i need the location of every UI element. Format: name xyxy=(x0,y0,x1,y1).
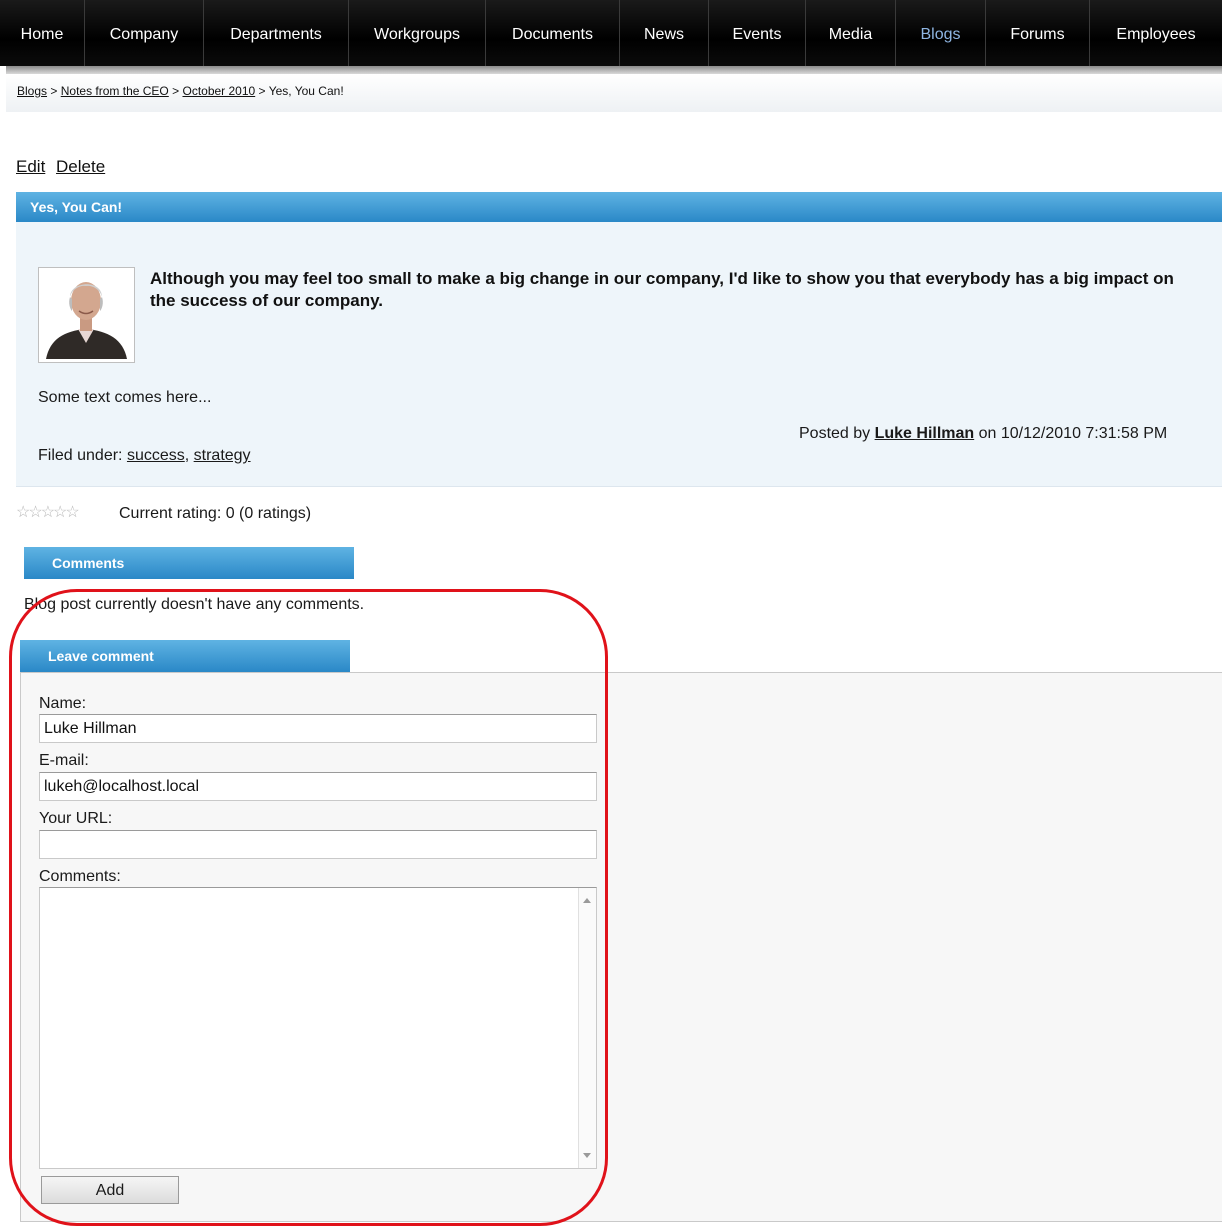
nav-forums[interactable]: Forums xyxy=(986,0,1090,66)
leave-comment-tab: Leave comment xyxy=(20,640,350,672)
scroll-up-icon[interactable] xyxy=(583,898,591,903)
no-comments-text: Blog post currently doesn't have any com… xyxy=(24,596,365,613)
url-label: Your URL: xyxy=(39,810,113,827)
star-icon[interactable]: ☆ xyxy=(65,504,79,521)
textarea-scrollbar[interactable] xyxy=(578,888,596,1168)
star-icon[interactable]: ☆ xyxy=(41,504,55,521)
name-field[interactable] xyxy=(39,714,597,743)
nav-divider xyxy=(6,66,1222,74)
nav-blogs[interactable]: Blogs xyxy=(896,0,986,66)
tag-strategy[interactable]: strategy xyxy=(194,447,251,464)
breadcrumb-separator: > xyxy=(50,84,58,98)
post-title: Yes, You Can! xyxy=(16,192,1222,222)
nav-documents[interactable]: Documents xyxy=(486,0,620,66)
post-actions: Edit Delete xyxy=(16,157,111,177)
author-avatar xyxy=(38,267,135,363)
breadcrumb: Blogs > Notes from the CEO > October 201… xyxy=(17,84,344,98)
rating-text: Current rating: 0 (0 ratings) xyxy=(119,505,312,522)
nav-home[interactable]: Home xyxy=(0,0,85,66)
comments-textarea[interactable] xyxy=(39,887,597,1169)
filed-under-label: Filed under: xyxy=(38,447,123,464)
breadcrumb-current: Yes, You Can! xyxy=(268,84,344,98)
post-text: Some text comes here... xyxy=(38,389,212,406)
posted-by-prefix: Posted by xyxy=(799,425,871,442)
rating-stars[interactable]: ☆☆☆☆☆ xyxy=(16,502,80,522)
posted-by: Posted by Luke Hillman on 10/12/2010 7:3… xyxy=(799,425,1167,443)
nav-news[interactable]: News xyxy=(620,0,709,66)
add-button[interactable]: Add xyxy=(41,1176,179,1204)
email-field[interactable] xyxy=(39,772,597,801)
breadcrumb-blog[interactable]: Notes from the CEO xyxy=(61,84,169,98)
star-icon[interactable]: ☆ xyxy=(16,504,30,521)
posted-date: on 10/12/2010 7:31:58 PM xyxy=(978,425,1168,442)
nav-company[interactable]: Company xyxy=(85,0,204,66)
nav-employees[interactable]: Employees xyxy=(1090,0,1222,66)
edit-link[interactable]: Edit xyxy=(16,157,45,176)
nav-events[interactable]: Events xyxy=(709,0,806,66)
breadcrumb-month[interactable]: October 2010 xyxy=(182,84,255,98)
star-icon[interactable]: ☆ xyxy=(53,504,67,521)
tag-success[interactable]: success xyxy=(127,447,185,464)
comments-label: Comments: xyxy=(39,868,121,885)
email-label: E-mail: xyxy=(39,752,89,769)
nav-workgroups[interactable]: Workgroups xyxy=(349,0,486,66)
breadcrumb-separator: > xyxy=(258,84,266,98)
breadcrumb-blogs[interactable]: Blogs xyxy=(17,84,47,98)
comments-tab: Comments xyxy=(24,547,354,579)
top-nav: Home Company Departments Workgroups Docu… xyxy=(0,0,1222,66)
url-field[interactable] xyxy=(39,830,597,859)
post-lead: Although you may feel too small to make … xyxy=(150,269,1174,310)
scroll-down-icon[interactable] xyxy=(583,1153,591,1158)
filed-under: Filed under: success, strategy xyxy=(38,447,251,464)
name-label: Name: xyxy=(39,695,87,712)
nav-departments[interactable]: Departments xyxy=(204,0,349,66)
star-icon[interactable]: ☆ xyxy=(28,504,42,521)
author-photo-icon xyxy=(42,271,131,359)
nav-media[interactable]: Media xyxy=(806,0,896,66)
author-link[interactable]: Luke Hillman xyxy=(875,425,975,442)
delete-link[interactable]: Delete xyxy=(56,157,105,176)
breadcrumb-separator: > xyxy=(172,84,180,98)
